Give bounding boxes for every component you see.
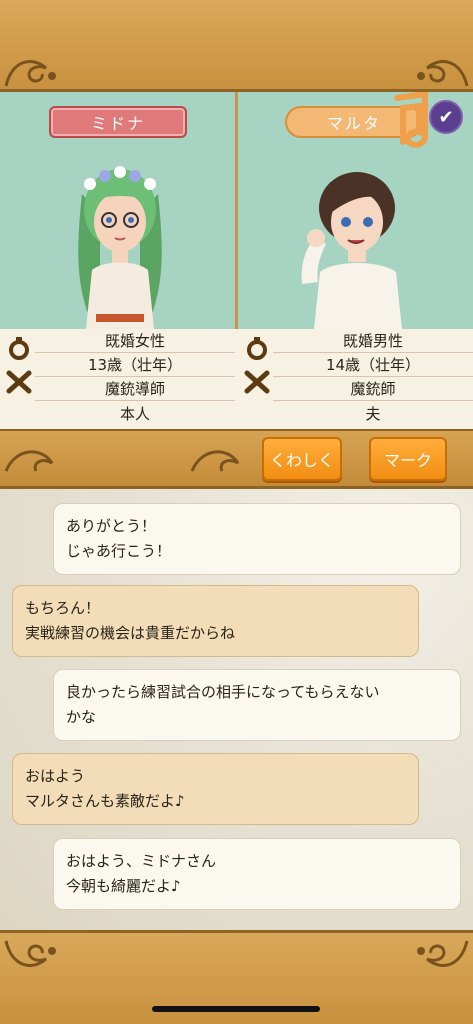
chat-message: ありがとう！ じゃあ行こう！ — [53, 503, 461, 575]
left-info-job: 魔銃導師 — [35, 377, 235, 401]
left-flourish-icon — [2, 937, 66, 977]
midna-avatar — [78, 166, 162, 329]
left-info-age: 13歳（壮年） — [35, 353, 235, 377]
chat-log[interactable]: ありがとう！ じゃあ行こう！ もちろん！ 実戦練習の機会は貴重だからね 良かった… — [0, 489, 473, 930]
detail-button[interactable]: くわしく — [262, 437, 342, 481]
left-info-relation: 本人 — [119, 404, 150, 423]
left-flourish-icon — [2, 50, 66, 90]
top-ornament-bar — [0, 0, 473, 92]
chat-message: 良かったら練習試合の相手になってもらえない かな — [53, 669, 461, 741]
right-flourish-icon — [407, 50, 471, 90]
profile-info-table: 既婚女性 13歳（壮年） 魔銃導師 本人 既婚男性 14歳（壮年） 魔銃師 夫 — [0, 329, 473, 429]
action-bar: くわしく マーク — [0, 429, 473, 489]
left-info-status: 既婚女性 — [35, 329, 235, 353]
crossed-guns-icon — [244, 369, 270, 395]
chat-message: おはよう マルタさんも素敵だよ♪ — [12, 753, 419, 825]
chat-message: もちろん！ 実戦練習の機会は貴重だからね — [12, 585, 419, 657]
left-flourish-icon — [2, 441, 66, 481]
maruta-avatar — [301, 172, 402, 329]
ring-icon — [6, 335, 32, 361]
right-info-job: 魔銃師 — [273, 377, 473, 401]
right-info-status: 既婚男性 — [273, 329, 473, 353]
mark-button[interactable]: マーク — [369, 437, 447, 481]
left-name-tag: ミドナ — [49, 106, 187, 138]
home-indicator[interactable] — [152, 1006, 320, 1012]
left-info-column: 既婚女性 13歳（壮年） 魔銃導師 本人 — [0, 329, 235, 429]
right-info-column: 既婚男性 14歳（壮年） 魔銃師 夫 — [238, 329, 473, 429]
center-flourish-icon — [188, 441, 252, 481]
right-flourish-icon — [407, 937, 471, 977]
right-info-age: 14歳（壮年） — [273, 353, 473, 377]
ring-icon — [244, 335, 270, 361]
chat-message: おはよう、ミドナさん 今朝も綺麗だよ♪ — [53, 838, 461, 910]
check-badge-icon[interactable]: ✔ — [429, 100, 463, 134]
right-info-relation: 夫 — [365, 404, 381, 423]
music-note-icon — [394, 92, 428, 148]
crossed-guns-icon — [6, 369, 32, 395]
